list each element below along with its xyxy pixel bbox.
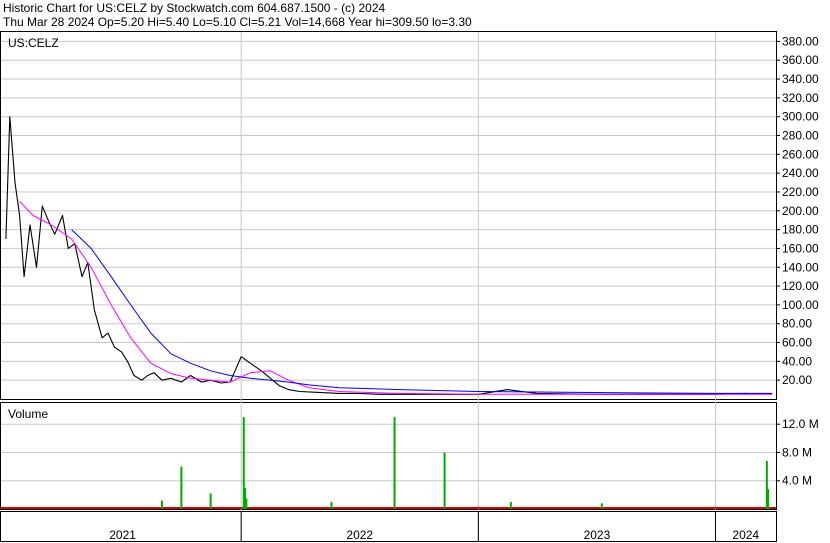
chart-canvas: 380.00 360.00 340.00 320.00 300.00 280.00 260.…	[0, 31, 819, 542]
price-tick-label: 60.00	[782, 336, 812, 350]
price-series	[5, 116, 773, 395]
price-tick-label: 200.00	[782, 204, 819, 218]
price-tick-label: 380.00	[782, 34, 819, 48]
volume-bar	[393, 417, 396, 509]
year-label: 2023	[584, 528, 611, 542]
volume-bars	[1, 417, 776, 509]
moving-average-short-line	[19, 201, 773, 395]
volume-bar	[509, 501, 512, 509]
price-axis: 380.00 360.00 340.00 320.00 300.00 280.00 260.…	[776, 34, 819, 387]
price-tick-label: 100.00	[782, 298, 819, 312]
price-tick-label: 160.00	[782, 241, 819, 255]
price-tick-label: 80.00	[782, 317, 812, 331]
volume-bar	[443, 452, 446, 509]
price-line	[5, 116, 773, 395]
price-tick-label: 360.00	[782, 53, 819, 67]
price-tick-label: 320.00	[782, 91, 819, 105]
volume-bar	[767, 489, 770, 509]
price-panel-title: US:CELZ	[8, 36, 59, 50]
price-tick-label: 20.00	[782, 373, 812, 387]
volume-tick-label: 4.0 M	[782, 474, 812, 488]
price-tick-label: 340.00	[782, 72, 819, 86]
price-tick-label: 220.00	[782, 185, 819, 199]
volume-panel-title: Volume	[8, 407, 48, 421]
time-axis: 2021 2022 2023 2024	[109, 32, 759, 542]
year-label: 2021	[109, 528, 136, 542]
volume-bar	[209, 493, 212, 509]
price-tick-label: 180.00	[782, 223, 819, 237]
price-tick-label: 120.00	[782, 279, 819, 293]
volume-bar	[180, 466, 183, 509]
volume-axis: 12.0 M 8.0 M 4.0 M	[776, 417, 819, 488]
volume-bar	[600, 503, 603, 509]
moving-average-long-line	[71, 229, 773, 394]
price-tick-label: 300.00	[782, 110, 819, 124]
volume-bar	[245, 498, 248, 509]
price-tick-label: 280.00	[782, 129, 819, 143]
volume-panel-frame	[0, 402, 777, 510]
price-panel-frame	[0, 31, 777, 400]
price-gridlines	[1, 40, 776, 381]
price-tick-label: 260.00	[782, 147, 819, 161]
volume-gridlines	[1, 423, 776, 482]
volume-bar	[160, 500, 163, 509]
year-label: 2024	[732, 528, 759, 542]
volume-tick-label: 12.0 M	[782, 417, 819, 431]
year-label: 2022	[346, 528, 373, 542]
price-tick-label: 140.00	[782, 260, 819, 274]
volume-bar	[330, 501, 333, 509]
volume-tick-label: 8.0 M	[782, 445, 812, 459]
price-tick-label: 240.00	[782, 166, 819, 180]
price-tick-label: 40.00	[782, 354, 812, 368]
